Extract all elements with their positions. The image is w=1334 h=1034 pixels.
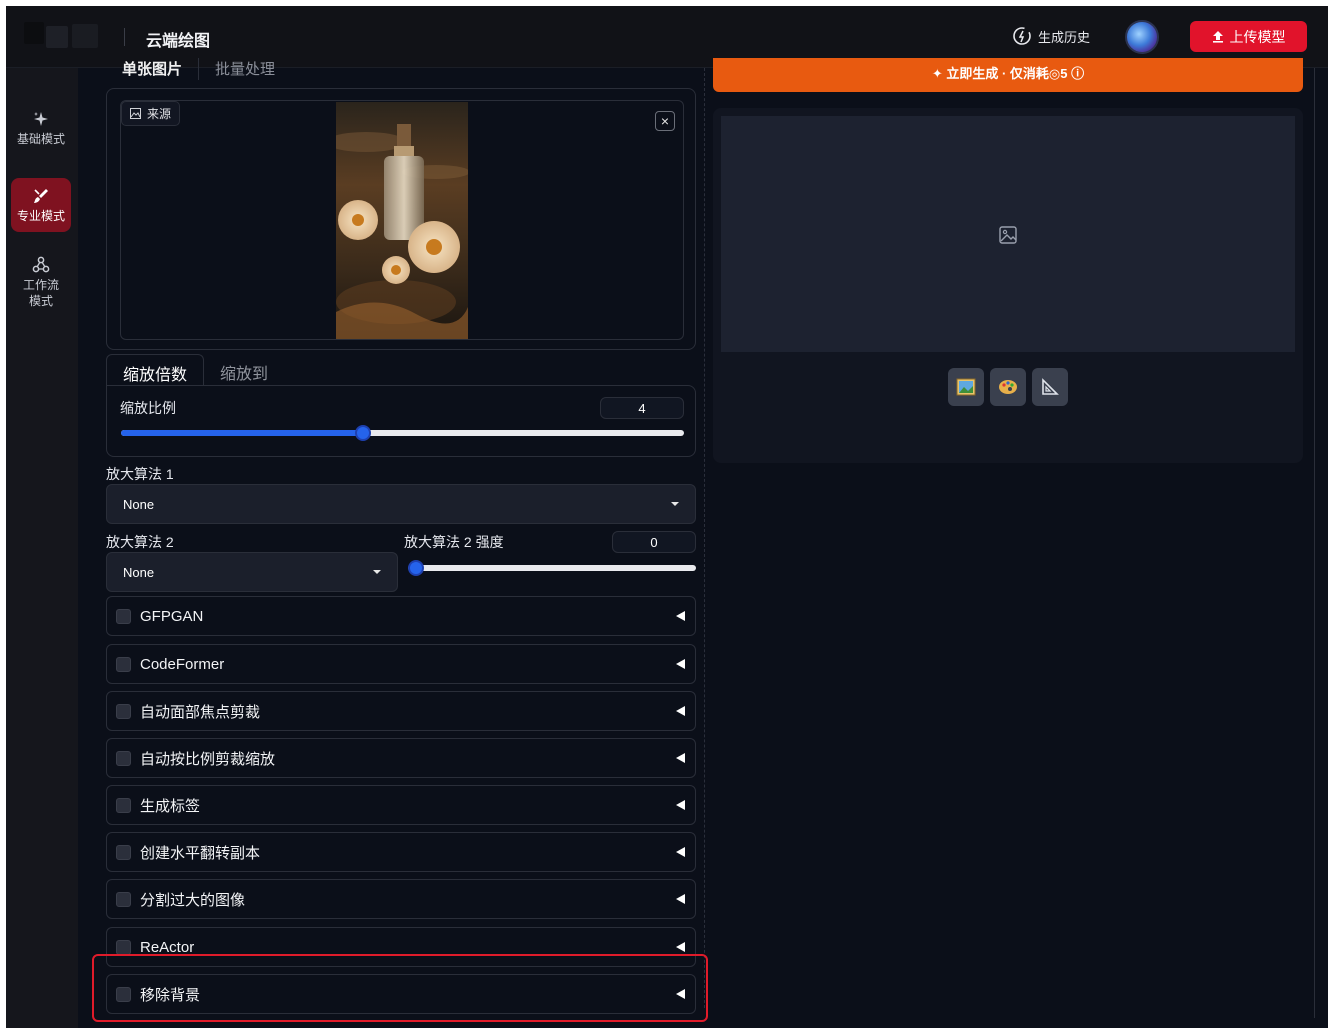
accordion-item[interactable]: 创建水平翻转副本 (106, 832, 696, 872)
scale-tabs: 缩放倍数 缩放到 (106, 354, 284, 386)
scale-ratio-input[interactable]: 4 (600, 397, 684, 419)
upscaler2-strength-slider[interactable] (408, 560, 696, 576)
upscaler1-select[interactable]: None (106, 484, 696, 524)
sidebar-item-label: 工作流模式 (23, 278, 60, 308)
tab-batch[interactable]: 批量处理 (198, 58, 291, 80)
upscaler2-strength-label: 放大算法 2 强度 (404, 534, 504, 550)
checkbox[interactable] (116, 608, 131, 624)
history-button[interactable]: 生成历史 (1012, 26, 1090, 46)
tab-single-image[interactable]: 单张图片 (106, 58, 198, 80)
checkbox[interactable] (116, 797, 131, 813)
slider-handle[interactable] (408, 560, 424, 576)
chevron-down-icon (373, 570, 381, 574)
accordion-item[interactable]: 生成标签 (106, 785, 696, 825)
accordion-item[interactable]: 自动面部焦点剪裁 (106, 691, 696, 731)
slider-fill (121, 430, 363, 436)
checkbox[interactable] (116, 656, 131, 672)
expand-arrow-icon[interactable] (676, 800, 685, 810)
output-panel (713, 108, 1303, 463)
accordion-label: 移除背景 (140, 986, 201, 1004)
generate-button[interactable]: ✦ 立即生成 · 仅消耗◎5 ⓘ (713, 58, 1303, 92)
send-to-inpaint-button[interactable] (990, 368, 1026, 406)
expand-arrow-icon[interactable] (676, 894, 685, 904)
upload-label: 上传模型 (1229, 28, 1286, 45)
image-placeholder-icon (999, 226, 1017, 244)
checkbox[interactable] (116, 703, 131, 719)
scale-ratio-label: 缩放比例 (120, 400, 176, 416)
checkbox[interactable] (116, 891, 131, 907)
accordion-label: 生成标签 (140, 797, 201, 815)
panel-divider (704, 68, 705, 1008)
sidebar: 基础模式 专业模式 工作流模式 (6, 68, 78, 1028)
expand-arrow-icon[interactable] (676, 753, 685, 763)
sparkle-icon (34, 112, 48, 126)
upscaler2-select[interactable]: None (106, 552, 398, 592)
accordion-label: GFPGAN (140, 607, 204, 625)
chevron-down-icon (671, 502, 679, 506)
triangle-ruler-icon (1042, 378, 1059, 395)
source-tabs: 单张图片 批量处理 (106, 58, 291, 80)
accordion-label: 自动面部焦点剪裁 (140, 703, 261, 721)
output-image-area (721, 116, 1295, 352)
brush-icon (34, 189, 48, 203)
workflow-icon (32, 256, 50, 273)
brand-logo[interactable] (24, 18, 102, 54)
expand-arrow-icon[interactable] (676, 706, 685, 716)
send-to-img2img-button[interactable] (948, 368, 984, 406)
scale-ratio-slider[interactable] (121, 425, 684, 441)
palette-icon (999, 380, 1017, 394)
accordion-item[interactable]: 自动按比例剪裁缩放 (106, 738, 696, 778)
sidebar-item-label: 专业模式 (16, 209, 65, 223)
image-dropzone[interactable]: 来源 × (120, 100, 684, 340)
history-icon (1013, 27, 1031, 45)
output-toolbar (948, 368, 1068, 406)
upscaler2-strength-input[interactable]: 0 (612, 531, 696, 553)
accordion-item[interactable]: ReActor (106, 927, 696, 967)
header-divider (124, 28, 125, 46)
scale-settings: 缩放比例 4 (106, 385, 696, 457)
upscaler2-label: 放大算法 2 (106, 534, 174, 550)
accordion-label: CodeFormer (140, 655, 225, 673)
expand-arrow-icon[interactable] (676, 659, 685, 669)
expand-arrow-icon[interactable] (676, 611, 685, 621)
accordion-item[interactable]: 分割过大的图像 (106, 879, 696, 919)
page-title: 云端绘图 (146, 33, 211, 50)
avatar[interactable] (1125, 20, 1159, 54)
accordion-label: 创建水平翻转副本 (140, 844, 261, 862)
history-label: 生成历史 (1038, 29, 1091, 45)
source-upload-box: 来源 × (106, 88, 696, 350)
checkbox[interactable] (116, 844, 131, 860)
panel-border (1314, 68, 1315, 1018)
send-to-extras-button[interactable] (1032, 368, 1068, 406)
expand-arrow-icon[interactable] (676, 989, 685, 999)
expand-arrow-icon[interactable] (676, 847, 685, 857)
accordion-item[interactable]: CodeFormer (106, 644, 696, 684)
upload-model-button[interactable]: 上传模型 (1190, 21, 1307, 52)
sidebar-item-workflow-mode[interactable]: 工作流模式 (11, 254, 71, 314)
close-button[interactable]: × (655, 111, 675, 131)
expand-arrow-icon[interactable] (676, 942, 685, 952)
settings-panel: 单张图片 批量处理 来源 × 缩放倍数 缩放到 缩放比例 4 放大算法 1 No… (106, 58, 705, 1028)
checkbox[interactable] (116, 986, 131, 1002)
accordion-label: 分割过大的图像 (140, 891, 246, 909)
accordion-item[interactable]: GFPGAN (106, 596, 696, 636)
upscaler1-label: 放大算法 1 (106, 466, 174, 482)
accordion-label: ReActor (140, 938, 195, 956)
slider-handle[interactable] (355, 425, 371, 441)
accordion-label: 自动按比例剪裁缩放 (140, 750, 276, 768)
source-image (336, 102, 468, 339)
app-window: 云端绘图 生成历史 上传模型 基础模式 专业模式 工作流模式 单张图片 批量处理… (6, 6, 1328, 1028)
sidebar-item-label: 基础模式 (16, 132, 65, 146)
checkbox[interactable] (116, 939, 131, 955)
checkbox[interactable] (116, 750, 131, 766)
source-label: 来源 (121, 101, 181, 126)
sidebar-item-basic-mode[interactable]: 基础模式 (11, 106, 71, 150)
accordion-item[interactable]: 移除背景 (106, 974, 696, 1014)
sidebar-item-pro-mode[interactable]: 专业模式 (11, 178, 71, 232)
picture-icon (956, 378, 976, 396)
tab-scale-to[interactable]: 缩放到 (204, 354, 284, 386)
image-icon (130, 108, 141, 119)
tab-scale-by[interactable]: 缩放倍数 (106, 354, 205, 386)
upload-icon (1212, 31, 1223, 43)
